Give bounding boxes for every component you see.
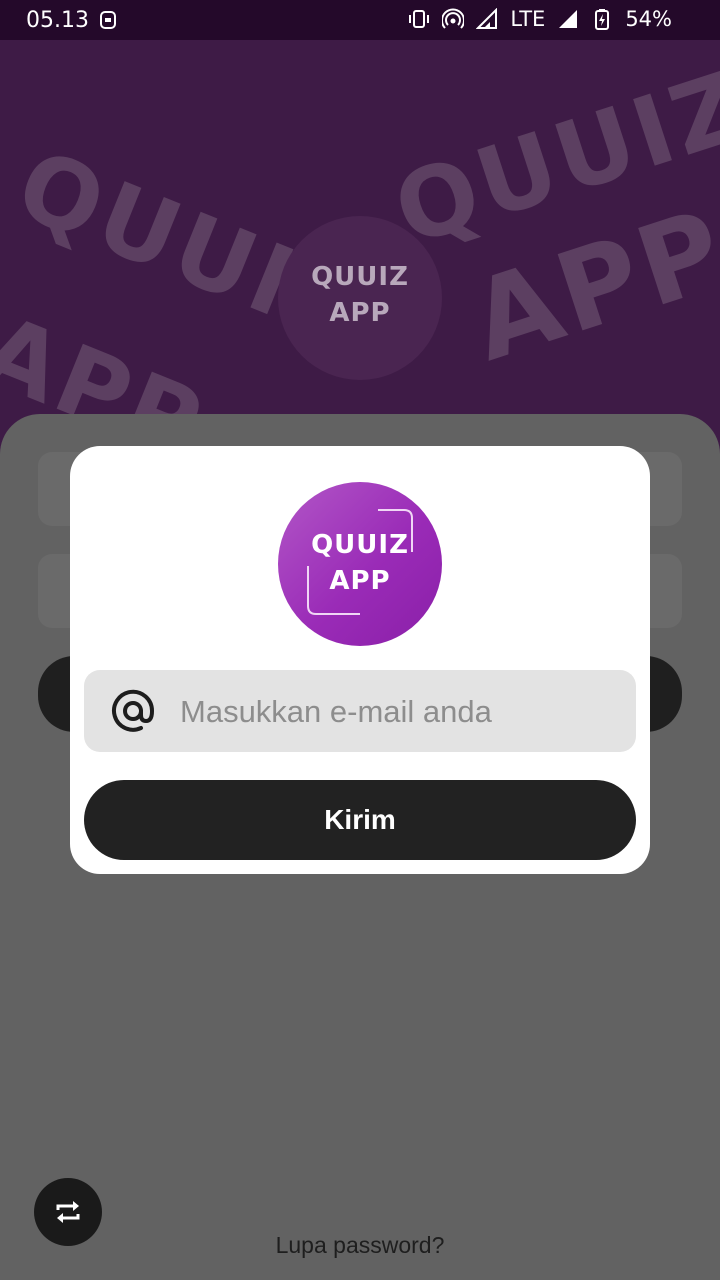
at-icon — [112, 689, 155, 732]
logo-line: APP — [329, 566, 391, 596]
email-field[interactable] — [84, 670, 636, 754]
forgot-password-dialog: QUUIZ APP Kirim — [70, 446, 650, 874]
status-bar: 05.13 LTE 54% — [0, 0, 720, 40]
battery-charging-icon — [595, 9, 610, 30]
app-logo: QUUIZ APP — [278, 482, 442, 646]
status-time: 05.13 — [26, 8, 89, 33]
status-icons: LTE 54% — [408, 7, 672, 31]
submit-button[interactable]: Kirim — [84, 780, 636, 860]
forgot-password-link[interactable]: Lupa password? — [0, 1232, 720, 1259]
logo-frame-icon — [307, 509, 413, 615]
switch-button[interactable] — [34, 1178, 102, 1246]
email-input[interactable] — [178, 670, 622, 754]
battery-percent: 54% — [625, 7, 672, 31]
notification-icon — [100, 11, 116, 29]
hotspot-icon — [442, 8, 465, 29]
signal-icon — [559, 10, 578, 28]
logo-line: QUUIZ — [311, 530, 409, 560]
signal-icon — [476, 8, 498, 29]
logo-line: QUUIZ — [311, 262, 409, 292]
logo-line: APP — [329, 298, 391, 328]
repeat-icon — [56, 1201, 80, 1223]
network-type: LTE — [510, 7, 546, 31]
app-logo: QUUIZ APP — [278, 216, 442, 380]
vibrate-icon — [409, 10, 430, 28]
